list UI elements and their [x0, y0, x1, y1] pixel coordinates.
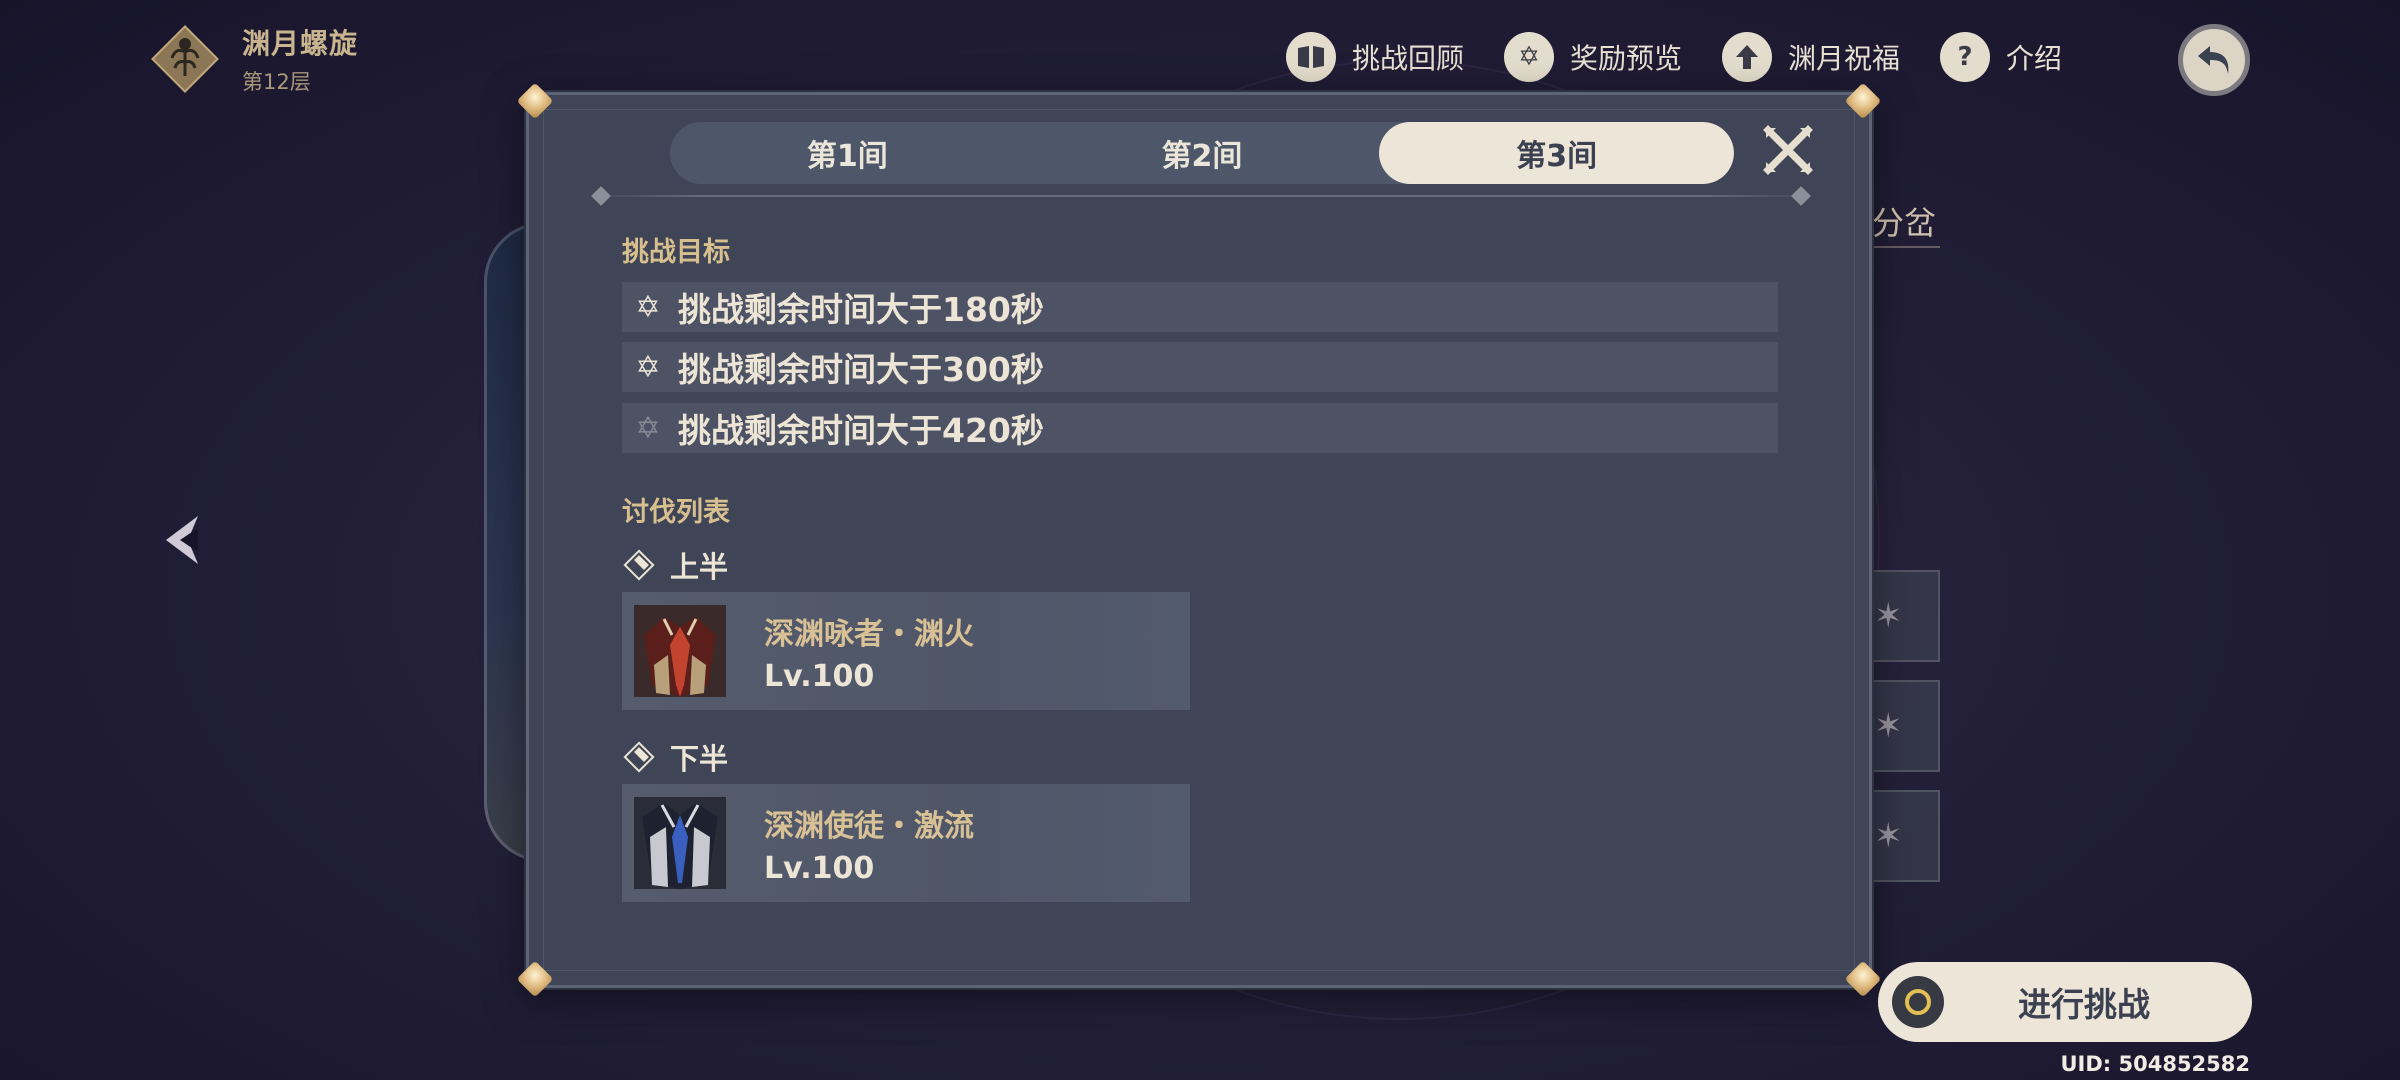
corner-ornament-icon [516, 960, 556, 1000]
up-arrow-icon [1722, 32, 1773, 82]
reward-preview-button[interactable]: ✡ 奖励预览 [1504, 32, 1682, 82]
introduction-button[interactable]: ? 介绍 [1940, 32, 2062, 82]
star-achieved-icon: ✡ [635, 349, 661, 385]
side-star-slot: ✶ [1862, 680, 1940, 772]
abyss-tree-emblem-icon [148, 22, 222, 96]
tab-chamber-3[interactable]: 第3间 [1379, 122, 1734, 184]
objective-text: 挑战剩余时间大于300秒 [678, 350, 1044, 389]
abyss-title: 渊月螺旋 [242, 27, 359, 60]
side-star-slot: ✶ [1862, 790, 1940, 882]
corner-ornament-icon [516, 82, 556, 122]
half-diamond-icon [623, 741, 655, 773]
nav-label: 介绍 [2006, 42, 2063, 75]
star-badge-icon: ✡ [1504, 32, 1555, 82]
start-challenge-button[interactable]: 进行挑战 [1878, 962, 2252, 1042]
back-arrow-icon [2198, 46, 2229, 74]
nav-label: 挑战回顾 [1352, 42, 1465, 75]
second-half-header: 下半 [622, 736, 728, 778]
chamber-tab-bar: 第1间 第2间 第3间 [670, 122, 1734, 184]
objective-text: 挑战剩余时间大于420秒 [678, 411, 1044, 450]
branch-underline [1866, 246, 1940, 248]
objective-text: 挑战剩余时间大于180秒 [678, 290, 1044, 329]
nav-label: 渊月祝福 [1788, 42, 1901, 75]
enemy-list-title: 讨伐列表 [622, 497, 730, 528]
half-diamond-icon [623, 549, 655, 581]
user-id: UID: 504852582 [2060, 1052, 2250, 1076]
objectives-title: 挑战目标 [622, 237, 730, 268]
enemy-card[interactable]: 深渊使徒・激流 Lv.100 [622, 784, 1190, 902]
enemy-level: Lv.100 [764, 850, 875, 886]
abyss-blessing-button[interactable]: 渊月祝福 [1722, 32, 1900, 82]
divider [584, 195, 1818, 197]
star-achieved-icon: ✡ [635, 289, 661, 325]
objective-row: ✡ 挑战剩余时间大于300秒 [622, 342, 1778, 392]
floor-badge: 渊月螺旋 第12层 [148, 22, 358, 96]
question-icon: ? [1940, 32, 1991, 82]
abyss-lector-fire-portrait-icon [634, 605, 726, 697]
side-star-slot: ✶ [1862, 570, 1940, 662]
first-half-header: 上半 [622, 544, 728, 586]
enemy-card[interactable]: 深渊咏者・渊火 Lv.100 [622, 592, 1190, 710]
tab-chamber-1[interactable]: 第1间 [670, 122, 1025, 184]
start-challenge-label: 进行挑战 [2018, 985, 2150, 1024]
previous-floor-arrow-icon[interactable] [158, 512, 208, 568]
enemy-name: 深渊使徒・激流 [764, 808, 974, 844]
corner-ornament-icon [1844, 82, 1884, 122]
objective-row: ✡ 挑战剩余时间大于180秒 [622, 282, 1778, 332]
branch-label: 分岔 [1872, 204, 1937, 242]
abyss-herald-water-portrait-icon [634, 797, 726, 889]
top-nav: 挑战回顾 ✡ 奖励预览 渊月祝福 ? 介绍 [1286, 32, 2102, 82]
back-button[interactable] [2178, 24, 2250, 96]
half-label: 上半 [670, 550, 729, 584]
objective-row: ✡ 挑战剩余时间大于420秒 [622, 403, 1778, 453]
enemy-name: 深渊咏者・渊火 [764, 616, 974, 652]
tab-chamber-2[interactable]: 第2间 [1025, 122, 1380, 184]
nav-label: 奖励预览 [1570, 42, 1683, 75]
close-icon[interactable] [1762, 124, 1814, 176]
challenge-review-button[interactable]: 挑战回顾 [1286, 32, 1464, 82]
star-unachieved-icon: ✡ [635, 410, 661, 446]
floor-number: 第12层 [242, 70, 311, 94]
half-label: 下半 [670, 742, 729, 776]
confirm-circle-icon [1892, 976, 1944, 1028]
book-icon [1286, 32, 1336, 82]
enemy-level: Lv.100 [764, 658, 875, 694]
